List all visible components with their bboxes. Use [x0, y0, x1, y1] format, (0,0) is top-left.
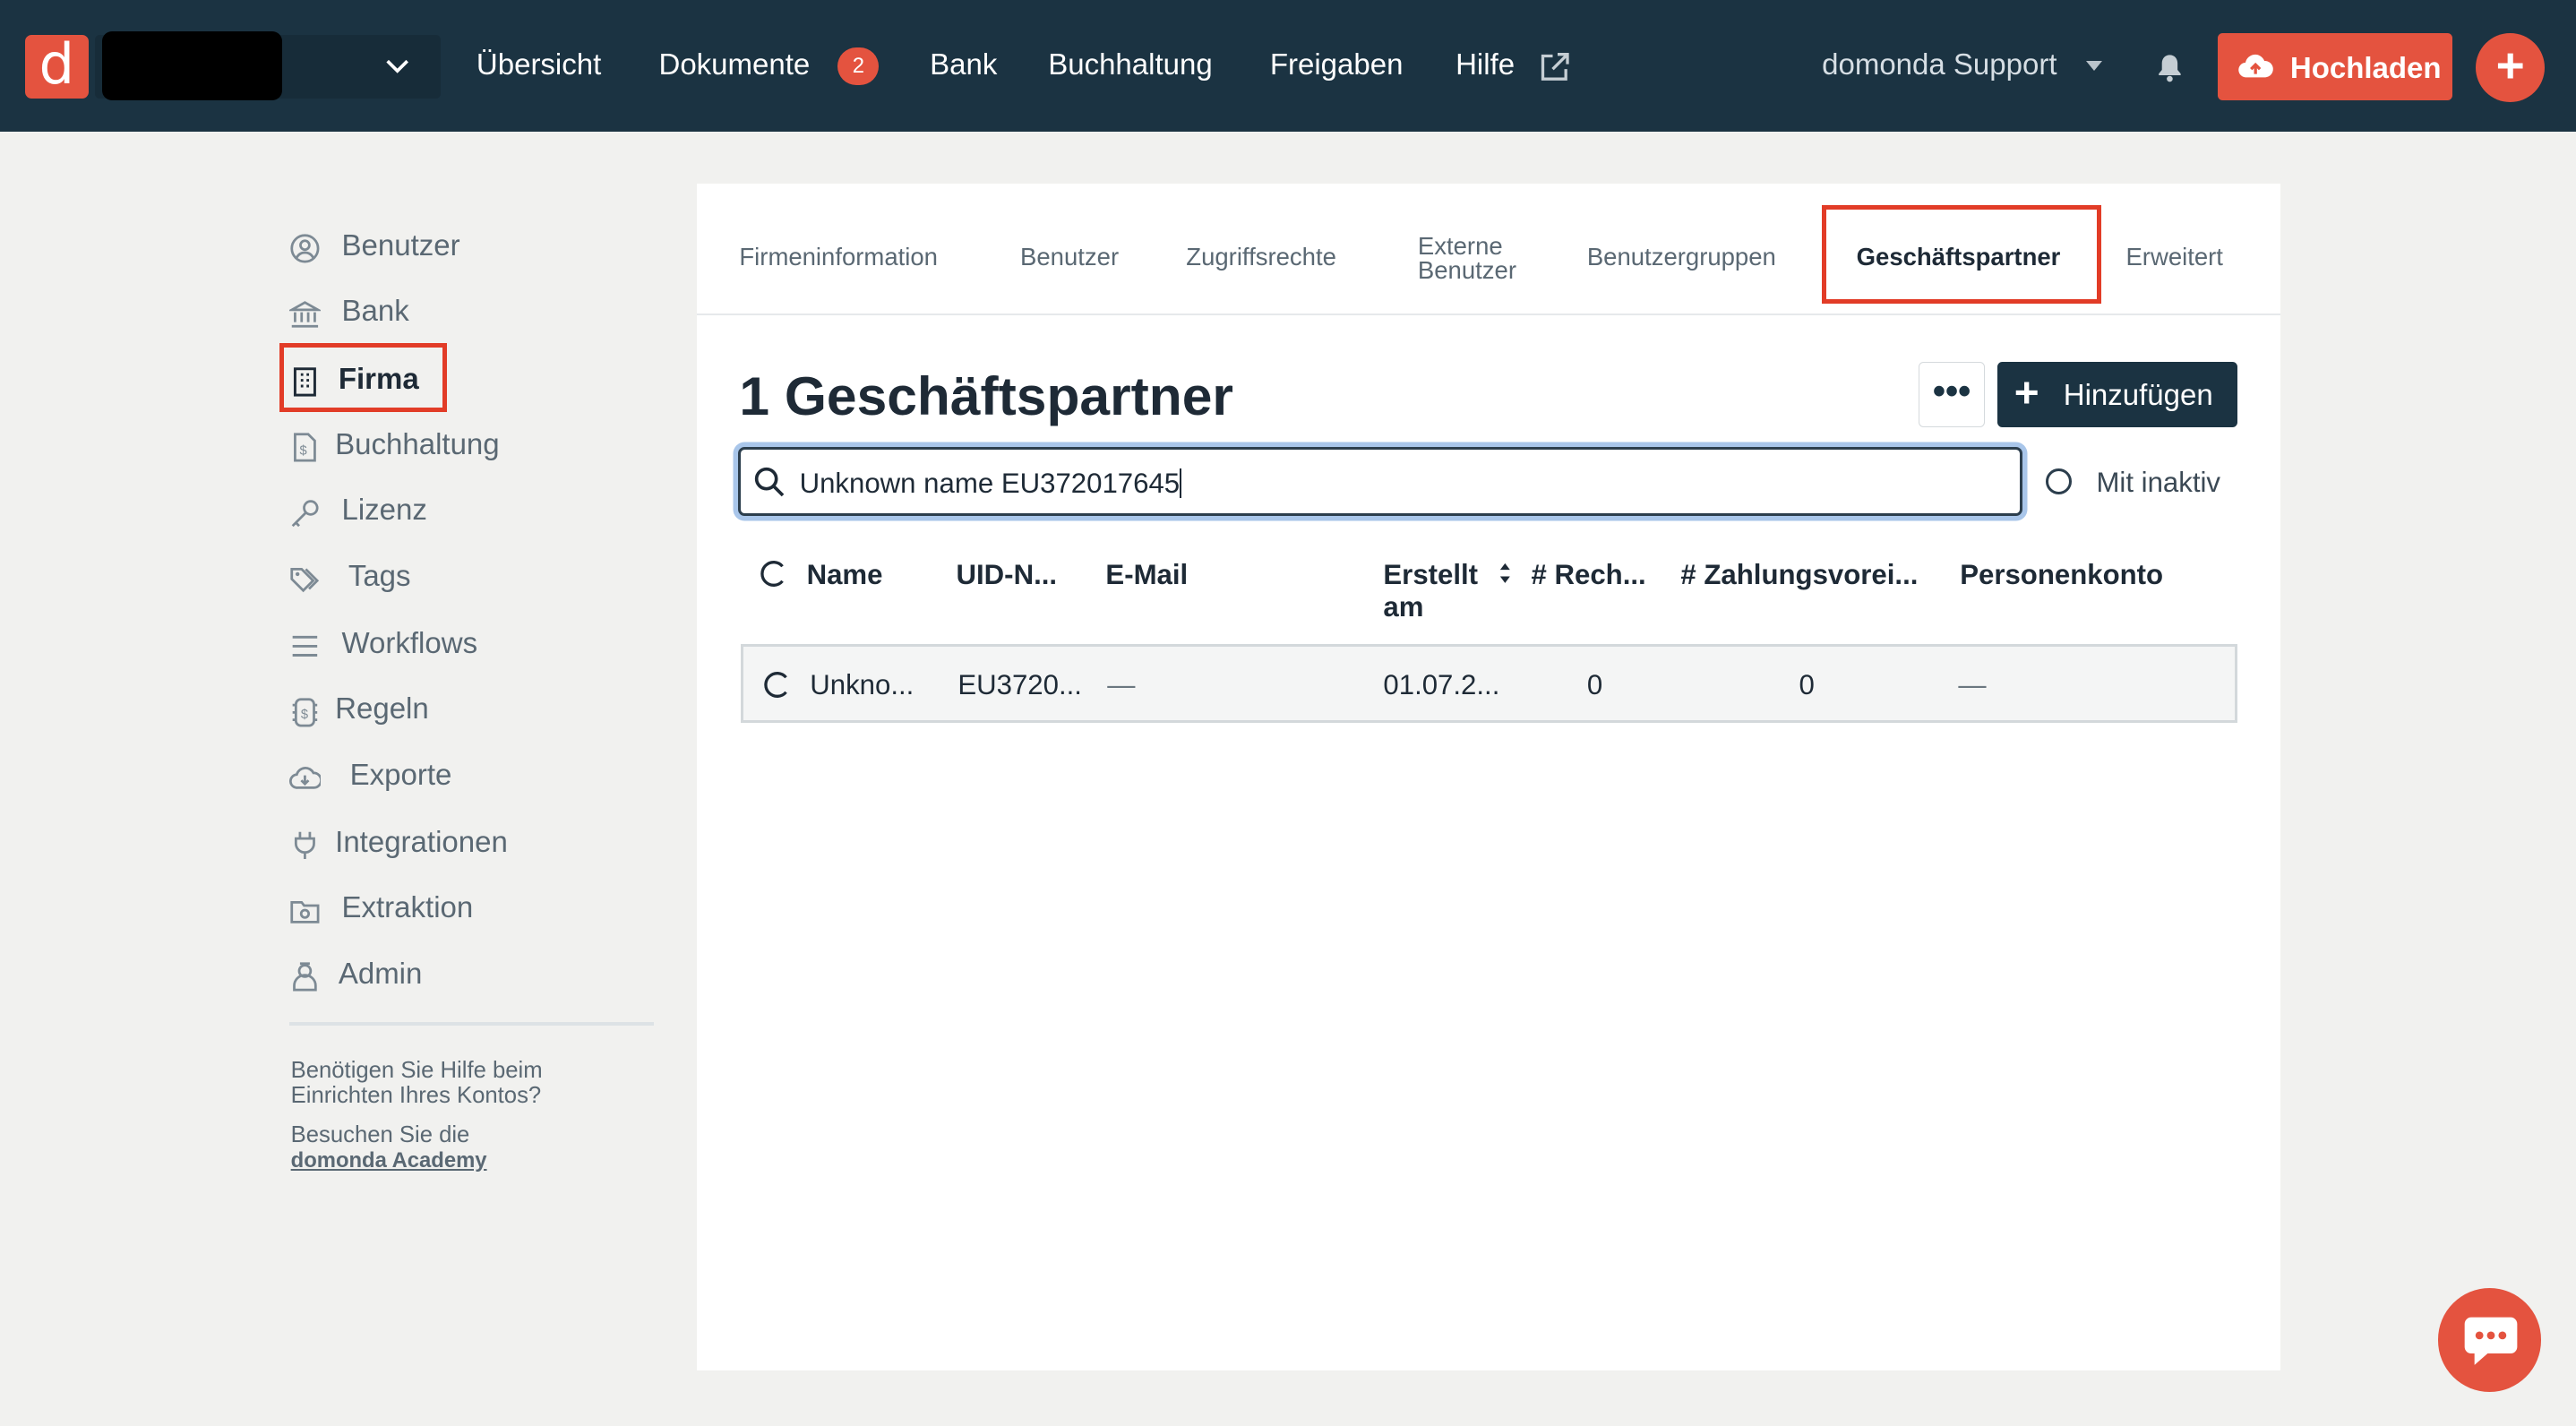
- tab-firmeninformation[interactable]: Firmeninformation: [739, 243, 938, 271]
- nav-bank[interactable]: Bank: [930, 47, 997, 82]
- cloud-upload-icon: [2238, 54, 2273, 78]
- sidebar-item-label: Benutzer: [341, 228, 460, 262]
- domonda-logo[interactable]: d: [24, 34, 90, 99]
- tab-erweitert[interactable]: Erweitert: [2125, 243, 2223, 271]
- tab-highlight-box: [1822, 205, 2101, 305]
- search-icon: [755, 468, 785, 497]
- column-header-email[interactable]: E-Mail: [1105, 559, 1188, 591]
- tags-icon: [290, 568, 319, 593]
- bell-icon[interactable]: [2154, 51, 2185, 84]
- tab-benutzer[interactable]: Benutzer: [1020, 243, 1119, 271]
- cell-uid: EU3720...: [957, 668, 1082, 700]
- cell-email: —: [1107, 668, 1136, 700]
- column-header-label-line-1: Erstellt: [1383, 558, 1479, 590]
- help-text-line-1: Benötigen Sie Hilfe beim: [290, 1058, 543, 1084]
- chat-bubble-icon: [2464, 1318, 2517, 1366]
- cell-zahlungsvorein: 0: [1799, 668, 1815, 700]
- sidebar-item-label: Integrationen: [335, 824, 508, 858]
- sidebar-item-label: Extraktion: [341, 890, 474, 924]
- sidebar-item-label: Bank: [341, 294, 409, 328]
- sidebar-item-label: Workflows: [341, 625, 478, 659]
- row-select-icon[interactable]: [762, 670, 792, 700]
- svg-text:$: $: [299, 444, 306, 459]
- external-link-icon[interactable]: [1538, 51, 1571, 84]
- upload-button-label: Hochladen: [2289, 50, 2442, 84]
- admin-user-icon: [292, 962, 317, 992]
- add-partner-button[interactable]: + Hinzufügen: [1997, 361, 2238, 427]
- column-header-name[interactable]: Name: [807, 559, 883, 591]
- tab-zugriffsrechte[interactable]: Zugriffsrechte: [1186, 243, 1336, 271]
- visit-academy-text: Besuchen Sie die: [290, 1121, 470, 1147]
- upload-button[interactable]: Hochladen: [2218, 32, 2453, 100]
- dokumente-count-badge: 2: [837, 47, 880, 86]
- svg-text:$: $: [301, 708, 308, 722]
- cloud-download-icon: [288, 767, 321, 789]
- nav-buchhaltung[interactable]: Buchhaltung: [1048, 47, 1212, 82]
- search-input[interactable]: Unknown name EU372017645: [737, 446, 2022, 516]
- add-partner-label: Hinzufügen: [2063, 377, 2213, 411]
- tab-benutzergruppen[interactable]: Benutzergruppen: [1587, 243, 1776, 271]
- cell-name: Unkno...: [810, 668, 914, 700]
- chat-button[interactable]: [2437, 1288, 2542, 1392]
- nav-hilfe[interactable]: Hilfe: [1455, 47, 1515, 82]
- quick-add-button[interactable]: +: [2476, 32, 2546, 102]
- sidebar-item-label: Tags: [348, 558, 411, 592]
- column-header-label-line-2: am: [1383, 591, 1424, 623]
- select-all-icon[interactable]: [759, 559, 788, 588]
- cell-rechnungen: 0: [1586, 668, 1603, 700]
- sidebar-item-label: Regeln: [335, 692, 429, 726]
- search-input-value: Unknown name EU372017645: [799, 468, 1181, 500]
- rules-icon: $: [292, 698, 317, 727]
- column-header-rechnungen[interactable]: # Rech...: [1531, 559, 1645, 591]
- invoice-icon: $: [293, 433, 316, 462]
- user-menu-caret-icon[interactable]: [2086, 60, 2103, 71]
- sort-icon[interactable]: [1498, 562, 1512, 585]
- tab-label-line-2: Benutzer: [1417, 256, 1516, 285]
- sidebar-item-label: Exporte: [349, 757, 452, 791]
- user-menu[interactable]: domonda Support: [1822, 47, 2057, 82]
- sidebar-item-label: Lizenz: [341, 493, 427, 527]
- column-header-uid[interactable]: UID-N...: [957, 559, 1058, 591]
- key-icon: [291, 500, 319, 527]
- folder-gear-icon: [290, 900, 320, 923]
- list-icon: [292, 636, 317, 657]
- firma-highlight-box: [279, 343, 447, 413]
- bank-icon: [288, 300, 321, 328]
- sidebar-item-label: Buchhaltung: [335, 426, 500, 460]
- show-inactive-label[interactable]: Mit inaktiv: [2096, 467, 2220, 499]
- plus-icon: +: [2014, 368, 2039, 417]
- page-title: 1 Geschäftspartner: [739, 365, 1233, 427]
- chevron-down-icon[interactable]: [384, 53, 410, 79]
- cell-erstellt-am: 01.07.2...: [1383, 668, 1500, 700]
- sidebar-divider: [288, 1021, 654, 1026]
- nav-uebersicht[interactable]: Übersicht: [477, 47, 601, 82]
- plug-icon: [294, 832, 315, 860]
- redacted-company-name: [101, 30, 283, 100]
- academy-link[interactable]: domonda Academy: [291, 1148, 487, 1173]
- nav-dokumente[interactable]: Dokumente: [659, 47, 811, 82]
- tabs-divider: [696, 314, 2280, 316]
- cell-personenkonto: —: [1958, 668, 1987, 700]
- more-options-button[interactable]: •••: [1919, 361, 1985, 427]
- nav-freigaben[interactable]: Freigaben: [1270, 47, 1404, 82]
- user-circle-icon: [290, 234, 320, 263]
- show-inactive-radio[interactable]: [2045, 468, 2072, 495]
- sidebar-item-label: Admin: [338, 956, 423, 990]
- help-text-line-2: Einrichten Ihres Kontos?: [290, 1082, 542, 1108]
- column-header-zahlungsvorein[interactable]: # Zahlungsvorei...: [1680, 559, 1918, 591]
- column-header-personenkonto[interactable]: Personenkonto: [1960, 559, 2163, 591]
